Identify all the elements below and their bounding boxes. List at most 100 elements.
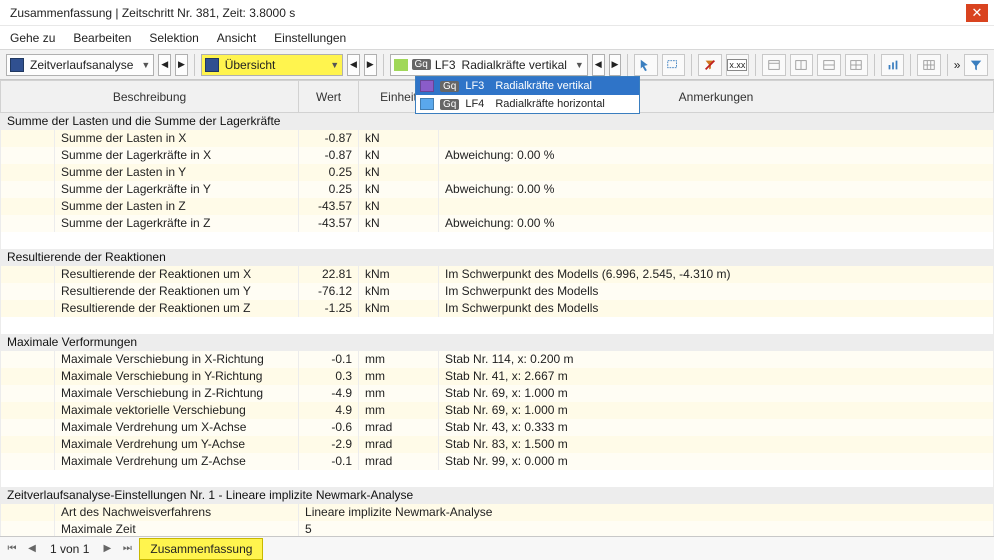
option-swatch [420, 98, 434, 110]
table-row[interactable]: Maximale Verdrehung um X-Achse-0.6mradSt… [1, 419, 994, 436]
row-note: Stab Nr. 69, x: 1.000 m [439, 402, 994, 419]
col-value[interactable]: Wert [299, 81, 359, 113]
loadcase-prev[interactable]: ◀ [592, 54, 605, 76]
analysis-selector[interactable]: Zeitverlaufsanalyse ▼ [6, 54, 154, 76]
table-row[interactable]: Summe der Lagerkräfte in X-0.87kNAbweich… [1, 147, 994, 164]
gq-badge: Gq [440, 81, 459, 92]
loadcase-dropdown[interactable]: GqLF3Radialkräfte vertikalGqLF4Radialkrä… [415, 76, 640, 114]
pager-next[interactable]: ▶ [99, 541, 115, 557]
row-note: Im Schwerpunkt des Modells [439, 300, 994, 317]
tool-filter[interactable] [964, 54, 988, 76]
table-row[interactable]: Maximale Verschiebung in Z-Richtung-4.9m… [1, 385, 994, 402]
dropdown-option[interactable]: GqLF4Radialkräfte horizontal [416, 95, 639, 113]
col-desc[interactable]: Beschreibung [1, 81, 299, 113]
table-row[interactable]: Maximale Verschiebung in X-Richtung-0.1m… [1, 351, 994, 368]
table-row[interactable]: Summe der Lagerkräfte in Z-43.57kNAbweic… [1, 215, 994, 232]
tool-layout-2[interactable] [790, 54, 814, 76]
table-row[interactable]: Maximale Zeit5 [1, 521, 994, 537]
row-desc: Summe der Lagerkräfte in Z [55, 215, 299, 232]
row-note: Abweichung: 0.00 % [439, 181, 994, 198]
row-desc: Summe der Lagerkräfte in X [55, 147, 299, 164]
row-value: -0.6 [299, 419, 359, 436]
table-row[interactable]: Resultierende der Reaktionen um X22.81kN… [1, 266, 994, 283]
menubar: Gehe zu Bearbeiten Selektion Ansicht Ein… [0, 26, 994, 50]
pager: ⏮ ◀ 1 von 1 ▶ ⏭ Zusammenfassung [0, 536, 994, 560]
divider [910, 54, 911, 76]
menu-einstellungen[interactable]: Einstellungen [274, 31, 346, 45]
table-row[interactable]: Art des NachweisverfahrensLineare impliz… [1, 504, 994, 521]
row-unit: mm [359, 402, 439, 419]
pager-first[interactable]: ⏮ [4, 541, 20, 557]
row-note: Im Schwerpunkt des Modells [439, 283, 994, 300]
table-row[interactable]: Summe der Lasten in X-0.87kN [1, 130, 994, 147]
row-unit: mm [359, 385, 439, 402]
option-name: Radialkräfte horizontal [495, 98, 635, 110]
table-row[interactable]: Summe der Lasten in Y0.25kN [1, 164, 994, 181]
tool-select-arrow[interactable] [634, 54, 658, 76]
menu-bearbeiten[interactable]: Bearbeiten [73, 31, 131, 45]
overflow-icon[interactable]: » [954, 58, 961, 72]
tool-layout-4[interactable] [845, 54, 869, 76]
row-unit: kN [359, 147, 439, 164]
row-note: Stab Nr. 114, x: 0.200 m [439, 351, 994, 368]
row-desc: Summe der Lasten in Z [55, 198, 299, 215]
pager-tab[interactable]: Zusammenfassung [139, 538, 263, 560]
menu-geheu[interactable]: Gehe zu [10, 31, 55, 45]
analysis-prev[interactable]: ◀ [158, 54, 171, 76]
row-unit: kNm [359, 300, 439, 317]
pager-last[interactable]: ⏭ [119, 541, 135, 557]
tool-xxx[interactable]: x.xx [726, 54, 750, 76]
tool-clear-filter[interactable] [698, 54, 722, 76]
gq-badge: Gq [412, 59, 431, 70]
pager-prev[interactable]: ◀ [24, 541, 40, 557]
row-value: 0.3 [299, 368, 359, 385]
loadcase-next[interactable]: ▶ [609, 54, 622, 76]
row-note: Abweichung: 0.00 % [439, 147, 994, 164]
section-title: Zeitverlaufsanalyse-Einstellungen Nr. 1 … [1, 487, 994, 504]
row-unit: mrad [359, 436, 439, 453]
table-row[interactable]: Summe der Lagerkräfte in Y0.25kNAbweichu… [1, 181, 994, 198]
tool-layout-1[interactable] [762, 54, 786, 76]
row-desc: Maximale vektorielle Verschiebung [55, 402, 299, 419]
tool-chart[interactable] [881, 54, 905, 76]
table-row[interactable]: Resultierende der Reaktionen um Y-76.12k… [1, 283, 994, 300]
tool-layout-3[interactable] [817, 54, 841, 76]
gq-badge: Gq [440, 99, 459, 110]
titlebar: Zusammenfassung | Zeitschritt Nr. 381, Z… [0, 0, 994, 26]
divider [627, 54, 628, 76]
table-row[interactable]: Maximale Verschiebung in Y-Richtung0.3mm… [1, 368, 994, 385]
dropdown-option[interactable]: GqLF3Radialkräfte vertikal [416, 77, 639, 95]
section-title: Resultierende der Reaktionen [1, 249, 994, 266]
view-next[interactable]: ▶ [364, 54, 377, 76]
close-button[interactable]: ✕ [966, 4, 988, 22]
table-row[interactable]: Resultierende der Reaktionen um Z-1.25kN… [1, 300, 994, 317]
row-note: Stab Nr. 69, x: 1.000 m [439, 385, 994, 402]
divider [383, 54, 384, 76]
table-icon [10, 58, 24, 72]
row-value: -43.57 [299, 198, 359, 215]
row-unit: mrad [359, 453, 439, 470]
tool-select-rect[interactable] [662, 54, 686, 76]
row-note: Stab Nr. 83, x: 1.500 m [439, 436, 994, 453]
row-value: -1.25 [299, 300, 359, 317]
section-title: Maximale Verformungen [1, 334, 994, 351]
pager-position: 1 von 1 [50, 542, 89, 556]
menu-selektion[interactable]: Selektion [149, 31, 198, 45]
table-row[interactable]: Summe der Lasten in Z-43.57kN [1, 198, 994, 215]
row-value: -4.9 [299, 385, 359, 402]
row-unit: kN [359, 215, 439, 232]
spacer-row [1, 317, 994, 334]
row-value: -2.9 [299, 436, 359, 453]
row-note [439, 130, 994, 147]
table-row[interactable]: Maximale vektorielle Verschiebung4.9mmSt… [1, 402, 994, 419]
row-value: 4.9 [299, 402, 359, 419]
table-row[interactable]: Maximale Verdrehung um Y-Achse-2.9mradSt… [1, 436, 994, 453]
menu-ansicht[interactable]: Ansicht [217, 31, 256, 45]
analysis-next[interactable]: ▶ [175, 54, 188, 76]
table-row[interactable]: Maximale Verdrehung um Z-Achse-0.1mradSt… [1, 453, 994, 470]
view-selector[interactable]: Übersicht ▼ [201, 54, 343, 76]
row-unit: kN [359, 181, 439, 198]
loadcase-selector[interactable]: Gq LF3 Radialkräfte vertikal ▼ [390, 54, 588, 76]
view-prev[interactable]: ◀ [347, 54, 360, 76]
tool-grid[interactable] [917, 54, 941, 76]
